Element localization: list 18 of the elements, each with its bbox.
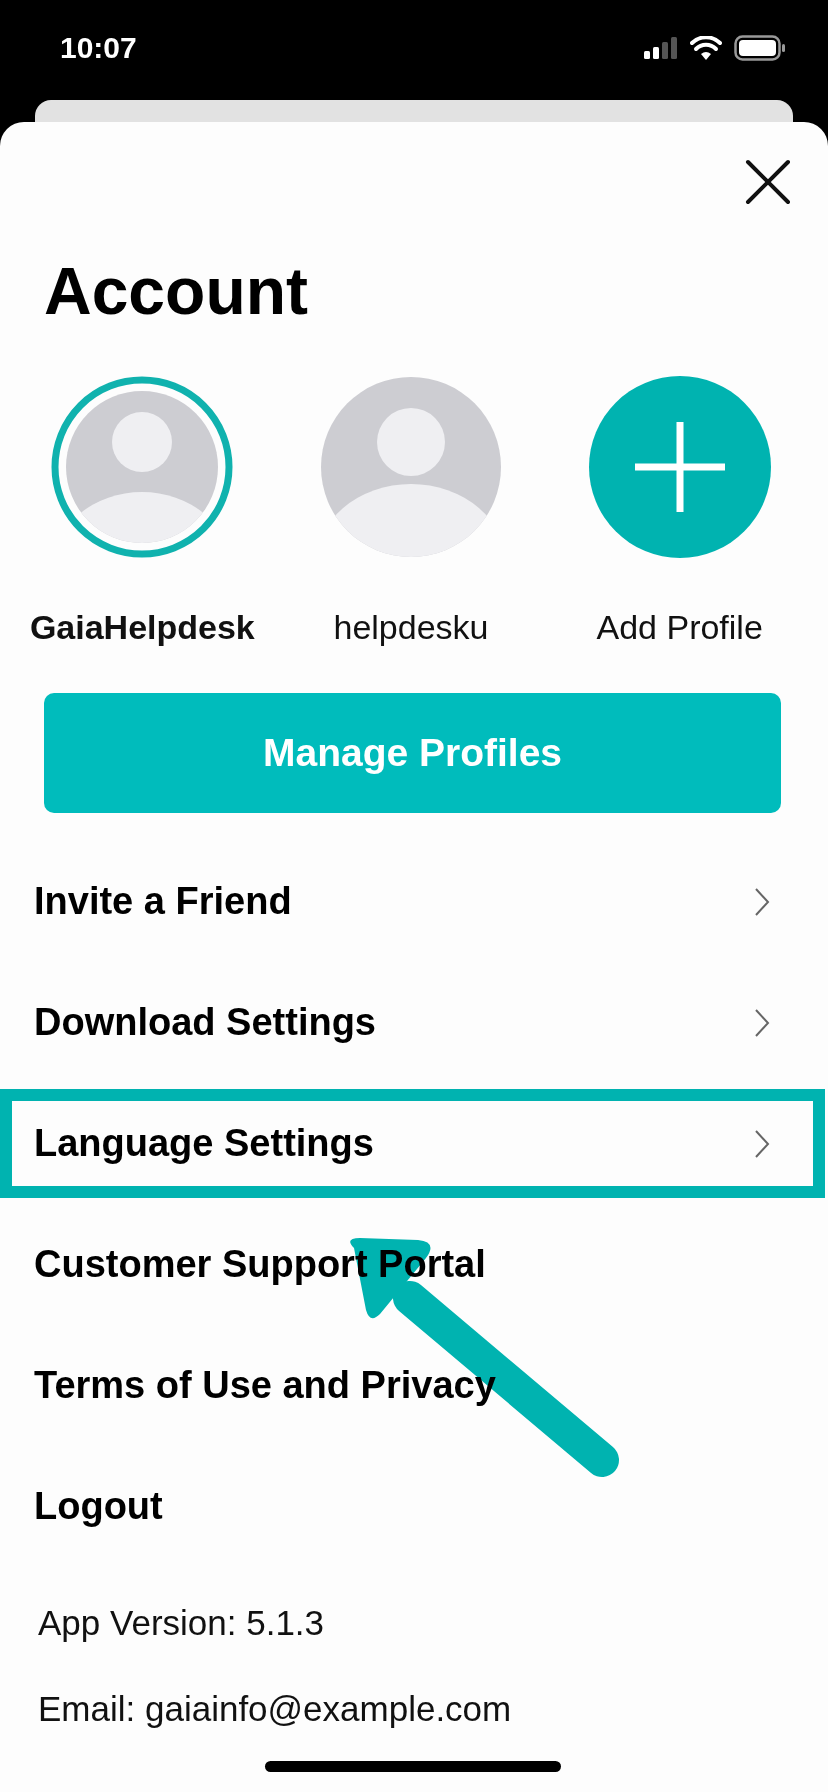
info-text: Email: gaiainfo@example.com [38, 1689, 513, 1729]
menu-item[interactable]: Language Settings [34, 1122, 374, 1165]
menu-item[interactable]: Download Settings [34, 1001, 376, 1044]
wifi-icon [690, 36, 722, 60]
page-title: Account [44, 258, 309, 324]
battery-icon [734, 35, 786, 61]
menu-item[interactable]: Logout [34, 1485, 163, 1528]
profile-name[interactable]: GaiaHelpdesk [29, 608, 255, 647]
profile-name[interactable]: helpdesku [333, 608, 489, 647]
menu-item[interactable]: Terms of Use and Privacy [34, 1364, 496, 1407]
menu-item[interactable]: Invite a Friend [34, 880, 292, 923]
signal-icon [644, 37, 678, 59]
add-profile-icon[interactable] [588, 376, 771, 558]
close-icon[interactable] [744, 158, 792, 206]
profile-name[interactable]: Add Profile [596, 608, 763, 647]
avatar-icon[interactable] [51, 376, 234, 558]
status-time: 10:07 [60, 31, 137, 65]
info-text: App Version: 5.1.3 [38, 1603, 326, 1643]
